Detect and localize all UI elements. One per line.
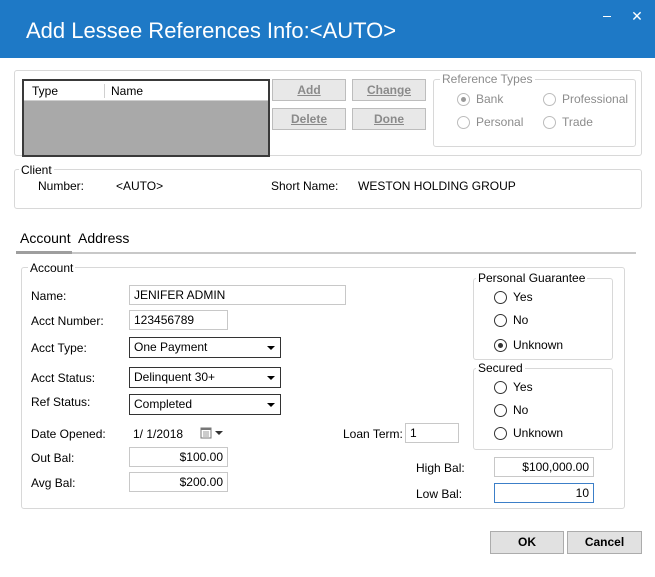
avg-bal-label: Avg Bal: — [31, 476, 76, 490]
reference-type-bank-radio[interactable] — [457, 93, 470, 106]
done-button[interactable]: Done — [352, 108, 426, 130]
calendar-icon[interactable] — [200, 426, 228, 440]
out-bal-field[interactable]: $100.00 — [129, 447, 228, 467]
references-list[interactable]: Type Name — [22, 79, 270, 157]
low-bal-label: Low Bal: — [416, 487, 463, 501]
reference-type-trade-label: Trade — [562, 115, 593, 129]
personal-guarantee-yes-radio[interactable] — [494, 291, 507, 304]
high-bal-label: High Bal: — [416, 461, 465, 475]
client-number-label: Number: — [38, 179, 85, 193]
acct-status-label: Acct Status: — [31, 371, 96, 385]
tab-active-indicator — [16, 251, 72, 254]
delete-button[interactable]: Delete — [272, 108, 346, 130]
acct-status-select[interactable]: Delinquent 30+ — [129, 367, 281, 388]
add-button[interactable]: Add — [272, 79, 346, 101]
secured-yes-label: Yes — [513, 380, 533, 394]
secured-no-label: No — [513, 403, 529, 417]
reference-type-personal-radio[interactable] — [457, 116, 470, 129]
column-name[interactable]: Name — [111, 84, 143, 98]
avg-bal-field[interactable]: $200.00 — [129, 472, 228, 492]
reference-type-professional-radio[interactable] — [543, 93, 556, 106]
acct-type-select[interactable]: One Payment — [129, 337, 281, 358]
tab-address[interactable]: Address — [78, 230, 129, 246]
secured-no-radio[interactable] — [494, 404, 507, 417]
acct-type-value: One Payment — [134, 340, 208, 354]
acct-status-value: Delinquent 30+ — [134, 370, 216, 384]
date-opened-field[interactable]: 1/ 1/2018 — [133, 427, 183, 441]
reference-types-group — [433, 79, 636, 147]
cancel-button[interactable]: Cancel — [567, 531, 642, 554]
column-type[interactable]: Type — [32, 84, 58, 98]
name-field[interactable]: JENIFER ADMIN — [129, 285, 346, 305]
column-divider[interactable] — [104, 84, 105, 98]
low-bal-field[interactable]: 10 — [494, 483, 594, 503]
secured-unknown-label: Unknown — [513, 426, 564, 440]
loan-term-field[interactable]: 1 — [405, 423, 459, 443]
secured-legend: Secured — [476, 361, 525, 375]
secured-unknown-radio[interactable] — [494, 427, 507, 440]
personal-guarantee-unknown-label: Unknown — [513, 338, 564, 352]
reference-type-personal-label: Personal — [476, 115, 524, 129]
acct-number-field[interactable]: 123456789 — [129, 310, 228, 330]
date-opened-label: Date Opened: — [31, 427, 106, 441]
personal-guarantee-no-label: No — [513, 313, 529, 327]
window-title: Add Lessee References Info:<AUTO> — [26, 18, 397, 43]
personal-guarantee-yes-label: Yes — [513, 290, 533, 304]
reference-type-bank-label: Bank — [476, 92, 504, 106]
ref-status-select[interactable]: Completed — [129, 394, 281, 415]
chevron-down-icon — [267, 376, 275, 380]
out-bal-label: Out Bal: — [31, 451, 75, 465]
high-bal-field[interactable]: $100,000.00 — [494, 457, 594, 477]
personal-guarantee-legend: Personal Guarantee — [476, 271, 588, 285]
client-short-name-label: Short Name: — [271, 179, 339, 193]
account-legend: Account — [28, 261, 76, 275]
tab-strip-divider — [16, 252, 636, 254]
client-legend: Client — [19, 163, 54, 177]
reference-types-legend: Reference Types — [440, 72, 535, 86]
loan-term-label: Loan Term: — [343, 427, 403, 441]
name-label: Name: — [31, 289, 67, 303]
personal-guarantee-no-radio[interactable] — [494, 314, 507, 327]
personal-guarantee-unknown-radio[interactable] — [494, 339, 507, 352]
tab-account[interactable]: Account — [20, 230, 71, 246]
client-number-value: <AUTO> — [116, 179, 164, 193]
reference-type-trade-radio[interactable] — [543, 116, 556, 129]
client-short-name-value: WESTON HOLDING GROUP — [358, 179, 516, 193]
secured-yes-radio[interactable] — [494, 381, 507, 394]
ref-status-label: Ref Status: — [31, 395, 91, 409]
chevron-down-icon — [267, 346, 275, 350]
ref-status-value: Completed — [134, 397, 193, 411]
close-icon[interactable]: ✕ — [627, 8, 647, 24]
ok-button[interactable]: OK — [490, 531, 564, 554]
acct-number-label: Acct Number: — [31, 314, 104, 328]
reference-type-professional-label: Professional — [562, 92, 629, 106]
chevron-down-icon — [267, 403, 275, 407]
change-button[interactable]: Change — [352, 79, 426, 101]
minimize-icon[interactable] — [597, 8, 617, 24]
acct-type-label: Acct Type: — [31, 341, 87, 355]
references-list-header: Type Name — [24, 81, 268, 101]
